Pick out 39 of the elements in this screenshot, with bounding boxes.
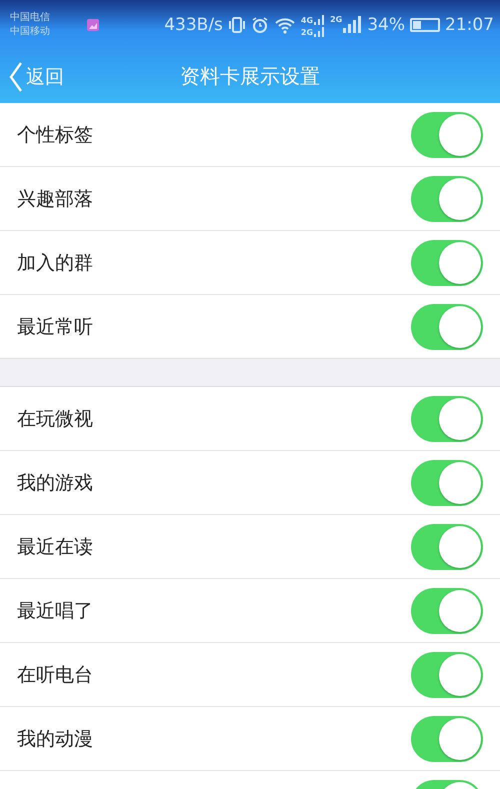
vibrate-icon [228, 16, 246, 34]
setting-label: 最近常听 [17, 314, 93, 340]
clock: 21:07 [445, 15, 494, 35]
alarm-icon [250, 16, 269, 34]
network-speed: 433B/s [164, 15, 223, 35]
back-icon [8, 60, 24, 92]
network-type: 4G [300, 16, 314, 25]
setting-label: 兴趣部落 [17, 186, 93, 212]
toggle-switch[interactable] [411, 652, 483, 698]
page-title: 资料卡展示设置 [180, 63, 320, 90]
toggle-switch[interactable] [411, 304, 483, 350]
setting-label: 我的游戏 [17, 470, 93, 496]
network-type: 2G [300, 28, 314, 37]
battery-icon [410, 18, 440, 32]
gallery-icon [86, 18, 100, 32]
setting-label: 我的动漫 [17, 726, 93, 752]
signal-icon [313, 13, 326, 25]
setting-label: 最近在读 [17, 534, 93, 560]
toggle-switch[interactable] [411, 716, 483, 762]
toggle-switch[interactable] [411, 588, 483, 634]
battery-percent: 34% [367, 15, 405, 35]
setting-label: 在玩微视 [17, 406, 93, 432]
network-type: 2G [330, 15, 342, 24]
carrier-name: 中国电信 [10, 12, 51, 24]
signal-icon [313, 25, 326, 37]
carrier-name: 中国移动 [10, 26, 51, 38]
setting-label: 加入的群 [17, 250, 93, 276]
toggle-switch[interactable] [411, 240, 483, 286]
setting-label: 最近唱了 [17, 598, 93, 624]
wifi-icon [274, 16, 296, 34]
signal-icon [342, 15, 362, 35]
setting-label: 个性标签 [17, 122, 93, 148]
setting-label: 在听电台 [17, 662, 93, 688]
toggle-switch[interactable] [411, 524, 483, 570]
toggle-switch[interactable] [411, 460, 483, 506]
toggle-switch[interactable] [411, 112, 483, 158]
toggle-switch[interactable] [411, 176, 483, 222]
back-button[interactable]: 返回 [0, 60, 64, 92]
toggle-switch[interactable] [411, 396, 483, 442]
